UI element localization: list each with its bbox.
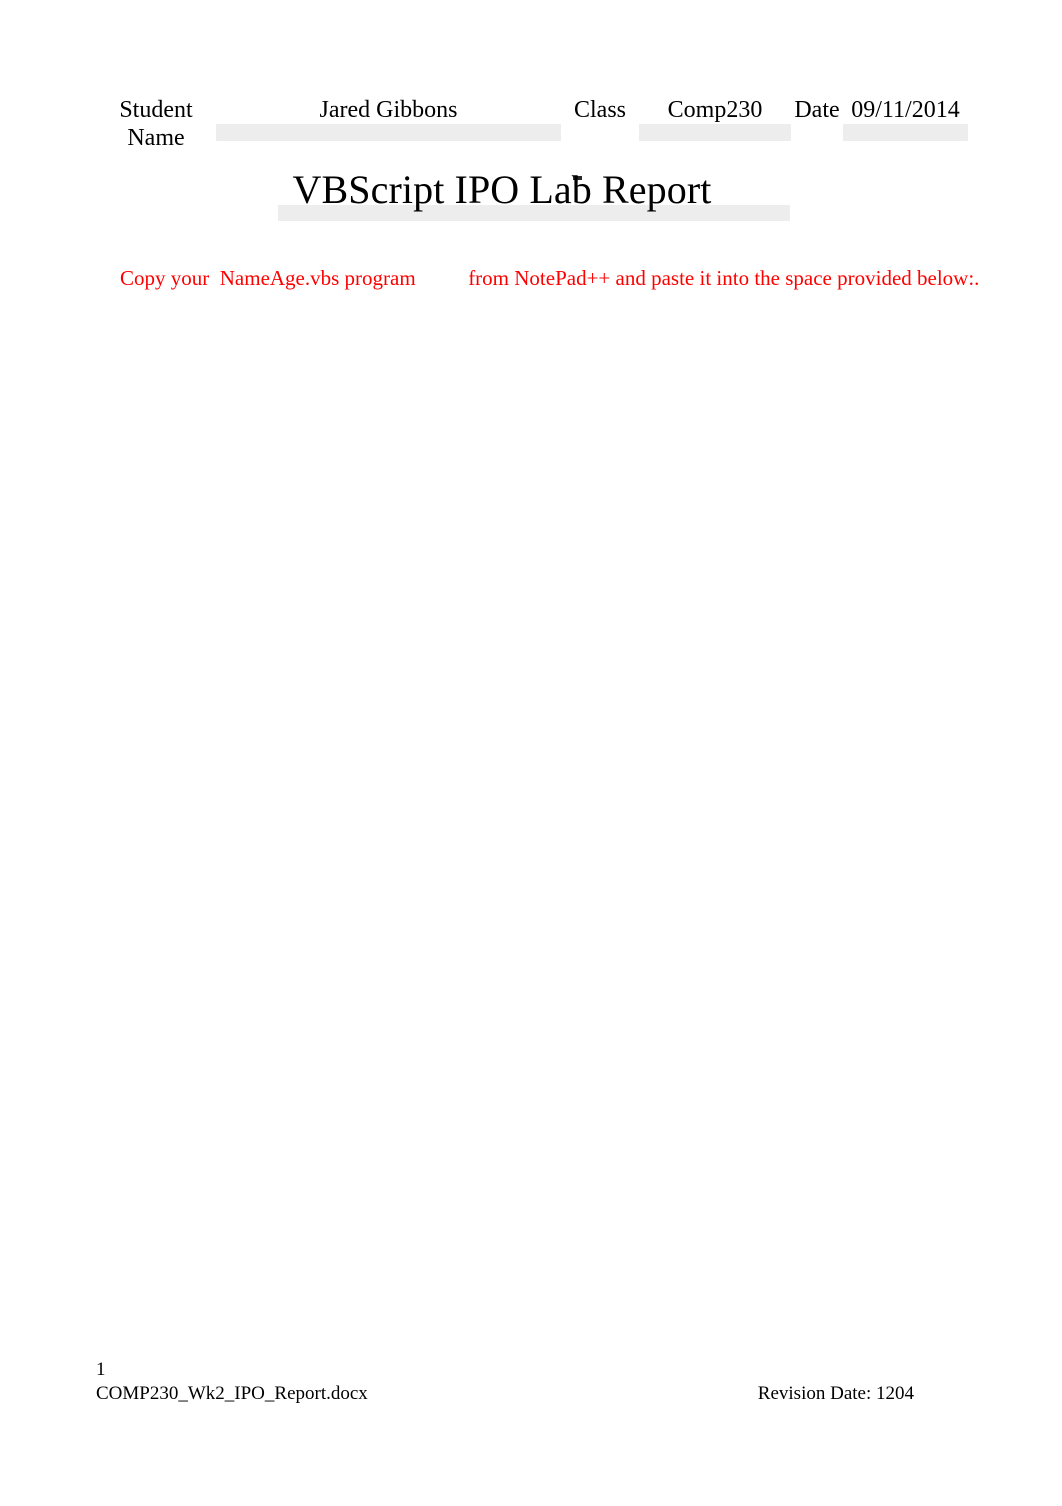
student-name-label-cell: Student Name [96, 96, 216, 152]
student-name-label: Student Name [119, 97, 193, 152]
date-label: Date [794, 97, 840, 123]
student-name-field-shading [216, 124, 561, 142]
page-title-container: VBScript IPO Lab Report [96, 167, 908, 213]
date-label-cell: Date [791, 96, 843, 152]
footer-bottom-row: COMP230_Wk2_IPO_Report.docx Revision Dat… [96, 1382, 968, 1408]
class-label-cell: Class [561, 96, 639, 152]
page-footer: 1 COMP230_Wk2_IPO_Report.docx Revision D… [96, 1358, 968, 1408]
date-value[interactable]: 09/11/2014 [843, 96, 968, 124]
class-label: Class [573, 97, 626, 123]
class-value[interactable]: Comp230 [639, 96, 791, 124]
class-field-shading [639, 124, 791, 142]
footer-filename: COMP230_Wk2_IPO_Report.docx [96, 1382, 368, 1404]
footer-revision-date: Revision Date: 1204 [757, 1382, 914, 1404]
student-name-value[interactable]: Jared Gibbons [216, 96, 561, 124]
footer-page-number: 1 [96, 1359, 106, 1380]
header-info-table: Student Name Jared Gibbons Class Comp230… [96, 96, 968, 152]
date-value-cell[interactable]: 09/11/2014 [843, 96, 968, 152]
class-value-cell[interactable]: Comp230 [639, 96, 791, 152]
student-name-value-cell[interactable]: Jared Gibbons [216, 96, 561, 152]
date-field-shading [843, 124, 968, 142]
document-page: Student Name Jared Gibbons Class Comp230… [0, 0, 1062, 1506]
header-table-row: Student Name Jared Gibbons Class Comp230… [96, 96, 968, 152]
page-title: VBScript IPO Lab Report [292, 167, 712, 212]
code-paste-area[interactable] [96, 285, 968, 1335]
